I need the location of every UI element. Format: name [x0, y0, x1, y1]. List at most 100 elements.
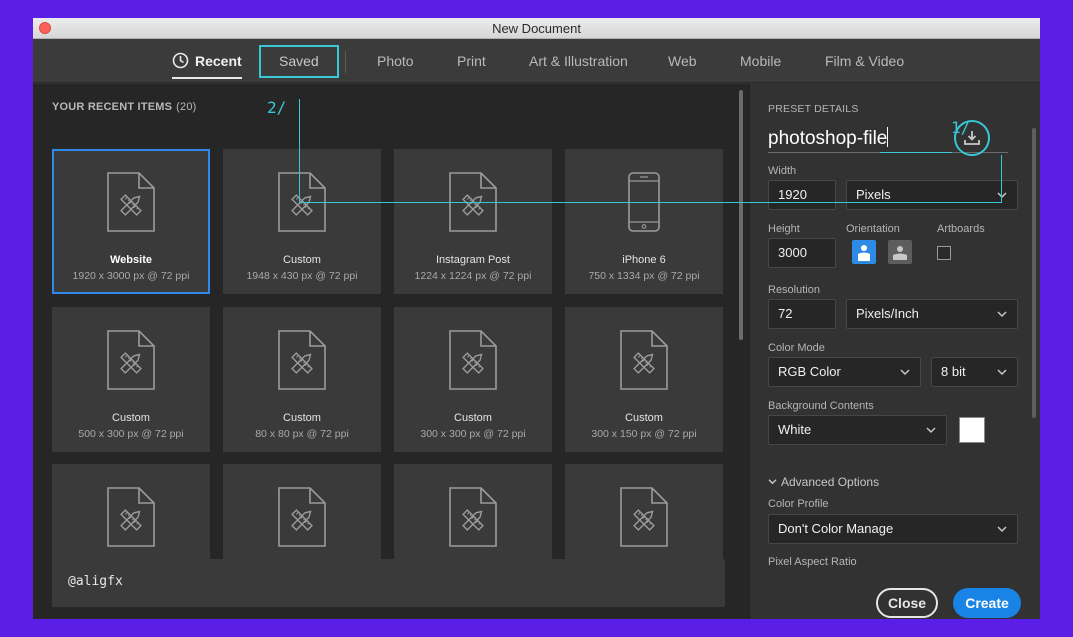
color-profile-value: Don't Color Manage	[778, 521, 894, 536]
recent-item-card[interactable]: Custom 500 x 300 px @ 72 ppi	[52, 307, 210, 452]
save-preset-icon	[964, 131, 980, 145]
color-mode-select[interactable]: RGB Color	[768, 357, 921, 387]
recent-item-dimensions: 750 x 1334 px @ 72 ppi	[588, 270, 700, 282]
recent-item-name: Instagram Post	[436, 254, 510, 266]
preset-details-panel: PRESET DETAILS photoshop-file Width 1920…	[749, 84, 1040, 619]
recent-item-card[interactable]: Website 1920 x 3000 px @ 72 ppi	[52, 149, 210, 294]
width-unit-select[interactable]: Pixels	[846, 180, 1018, 210]
background-color-swatch[interactable]	[959, 417, 985, 443]
recent-item-name: Custom	[112, 412, 150, 424]
chevron-down-icon	[997, 192, 1007, 199]
document-icon	[619, 486, 669, 548]
resolution-label: Resolution	[768, 284, 820, 296]
recent-item-name: iPhone 6	[622, 254, 666, 266]
annotation-two: 2/	[267, 98, 287, 117]
resolution-unit-select[interactable]: Pixels/Inch	[846, 299, 1018, 329]
width-unit-value: Pixels	[856, 187, 891, 202]
background-contents-label: Background Contents	[768, 400, 874, 412]
recent-items-scrollbar[interactable]	[739, 90, 743, 340]
tab-mobile[interactable]: Mobile	[740, 39, 781, 83]
recent-item-dimensions: 1948 x 430 px @ 72 ppi	[246, 270, 358, 282]
recent-item-card[interactable]	[223, 464, 381, 566]
tab-web[interactable]: Web	[668, 39, 697, 83]
recent-item-card[interactable]: Custom 300 x 300 px @ 72 ppi	[394, 307, 552, 452]
tab-recent-label: Recent	[195, 53, 242, 69]
portrait-icon	[858, 245, 870, 261]
window-title: New Document	[492, 21, 581, 36]
chevron-down-icon	[900, 369, 910, 376]
document-icon	[448, 486, 498, 548]
artboards-label: Artboards	[937, 223, 985, 235]
recent-item-dimensions: 300 x 300 px @ 72 ppi	[420, 428, 526, 440]
tab-art-illustration[interactable]: Art & Illustration	[529, 39, 628, 83]
recent-items-panel: YOUR RECENT ITEMS (20) Website 1920 x 3000…	[33, 84, 749, 619]
resolution-input[interactable]: 72	[768, 299, 836, 329]
document-icon	[277, 486, 327, 548]
recent-item-name: Custom	[283, 254, 321, 266]
chevron-down-icon	[997, 311, 1007, 318]
recent-items-count: (20)	[176, 101, 197, 113]
tab-divider	[345, 51, 346, 73]
document-icon	[106, 171, 156, 233]
orientation-label: Orientation	[846, 223, 900, 235]
color-profile-select[interactable]: Don't Color Manage	[768, 514, 1018, 544]
recent-item-card[interactable]: Custom 300 x 150 px @ 72 ppi	[565, 307, 723, 452]
portrait-orientation-button[interactable]	[852, 240, 876, 264]
save-preset-button[interactable]	[954, 120, 990, 156]
title-bar: New Document	[33, 18, 1040, 39]
chevron-down-icon	[768, 479, 777, 485]
tab-film-video[interactable]: Film & Video	[825, 39, 904, 83]
recent-item-dimensions: 500 x 300 px @ 72 ppi	[78, 428, 184, 440]
tab-photo[interactable]: Photo	[377, 39, 414, 83]
tab-recent[interactable]: Recent	[172, 39, 242, 83]
document-icon	[619, 329, 669, 391]
recent-item-dimensions: 80 x 80 px @ 72 ppi	[255, 428, 349, 440]
color-profile-label: Color Profile	[768, 498, 829, 510]
recent-item-card[interactable]	[394, 464, 552, 566]
bottom-bar: @aligfx	[52, 559, 725, 607]
width-label: Width	[768, 165, 797, 177]
annotation-line-horizontal	[299, 202, 1001, 203]
document-icon	[448, 329, 498, 391]
bit-depth-select[interactable]: 8 bit	[931, 357, 1018, 387]
advanced-options-label: Advanced Options	[781, 475, 880, 489]
new-document-dialog: New Document Recent Saved Photo Print Ar…	[33, 18, 1040, 619]
annotation-line-vertical-left	[299, 99, 300, 203]
author-handle: @aligfx	[68, 574, 123, 589]
preset-details-label: PRESET DETAILS	[768, 103, 859, 115]
category-tabs: Recent Saved Photo Print Art & Illustrat…	[33, 39, 1040, 83]
recent-item-dimensions: 300 x 150 px @ 72 ppi	[591, 428, 697, 440]
recent-item-card[interactable]: Custom 1948 x 430 px @ 72 ppi	[223, 149, 381, 294]
color-mode-label: Color Mode	[768, 342, 825, 354]
close-button[interactable]: Close	[876, 588, 938, 618]
preset-name-text: photoshop-file	[768, 128, 888, 149]
background-contents-select[interactable]: White	[768, 415, 947, 445]
create-button[interactable]: Create	[953, 588, 1021, 618]
recent-item-card[interactable]	[565, 464, 723, 566]
document-icon	[277, 329, 327, 391]
landscape-orientation-button[interactable]	[888, 240, 912, 264]
height-input[interactable]: 3000	[768, 238, 836, 268]
recent-item-name: Custom	[283, 412, 321, 424]
bit-depth-value: 8 bit	[941, 364, 966, 379]
pixel-aspect-ratio-label: Pixel Aspect Ratio	[768, 556, 857, 568]
recent-item-card[interactable]: Instagram Post 1224 x 1224 px @ 72 ppi	[394, 149, 552, 294]
artboards-checkbox[interactable]	[937, 246, 951, 260]
chevron-down-icon	[997, 526, 1007, 533]
document-icon	[106, 329, 156, 391]
resolution-unit-value: Pixels/Inch	[856, 306, 919, 321]
recent-item-card[interactable]: Custom 80 x 80 px @ 72 ppi	[223, 307, 381, 452]
tab-print[interactable]: Print	[457, 39, 486, 83]
background-contents-value: White	[778, 422, 812, 437]
recent-item-card[interactable]	[52, 464, 210, 566]
width-input[interactable]: 1920	[768, 180, 836, 210]
document-icon	[106, 486, 156, 548]
recent-item-name: Custom	[625, 412, 663, 424]
recent-item-card[interactable]: iPhone 6 750 x 1334 px @ 72 ppi	[565, 149, 723, 294]
recent-item-dimensions: 1224 x 1224 px @ 72 ppi	[414, 270, 532, 282]
advanced-options-toggle[interactable]: Advanced Options	[768, 475, 879, 489]
recent-items-header: YOUR RECENT ITEMS (20)	[52, 101, 197, 113]
preset-details-scrollbar[interactable]	[1032, 128, 1036, 418]
tab-saved[interactable]: Saved	[259, 45, 339, 78]
height-label: Height	[768, 223, 800, 235]
